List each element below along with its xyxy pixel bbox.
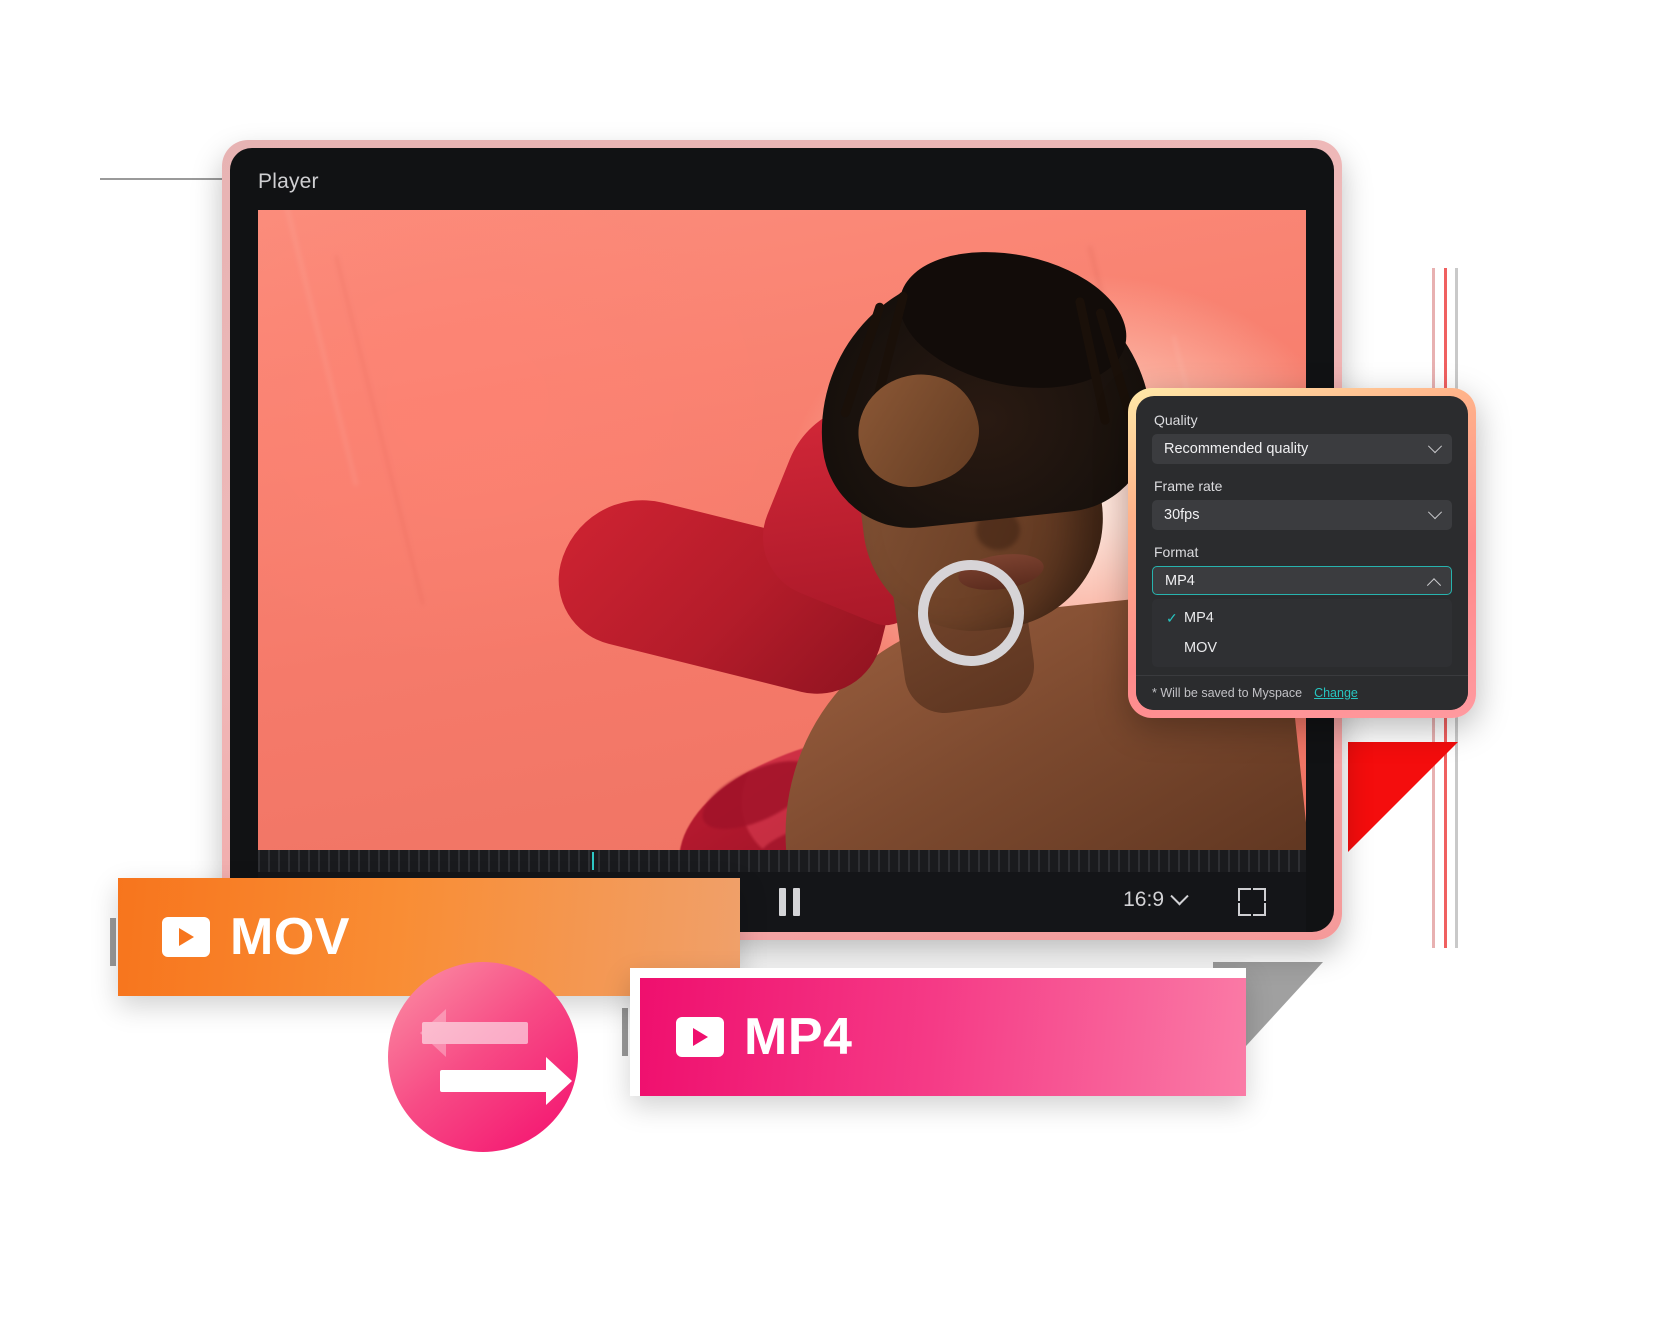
fullscreen-icon-corner [1253,888,1266,901]
quality-value: Recommended quality [1164,441,1309,457]
format-badge-label: MOV [230,908,350,966]
swap-circle-background [388,962,578,1152]
page-title: Player [258,170,319,193]
pause-button[interactable] [778,888,804,916]
fullscreen-icon-corner [1253,903,1266,916]
format-value: MP4 [1165,572,1195,589]
format-select[interactable]: MP4 [1152,566,1452,595]
decor-rule-vertical-3 [622,1008,628,1056]
settings-footer: * Will be saved to Myspace Change [1136,675,1468,710]
chevron-down-icon [1170,886,1189,905]
chevron-down-icon [1427,439,1443,454]
arrow-left-icon [420,1009,528,1057]
save-location-note: * Will be saved to Myspace [1152,686,1303,700]
fullscreen-icon-corner [1238,888,1251,901]
arrow-right-icon [440,1057,572,1105]
aspect-ratio-value: 16:9 [1123,888,1164,911]
format-badge-label: MP4 [744,1008,853,1066]
timeline-scrubber[interactable] [258,850,1306,872]
video-file-icon [162,917,210,957]
decor-rule-vertical-1 [110,918,116,966]
format-option-mp4[interactable]: ✓ MP4 [1152,603,1452,633]
frame-rate-select[interactable]: 30fps [1152,500,1452,530]
swap-formats-button[interactable] [388,962,578,1152]
format-label: Format [1154,544,1199,560]
aspect-ratio-selector[interactable]: 16:9 [1123,886,1189,912]
frame-rate-label: Frame rate [1154,478,1223,494]
format-option-mov[interactable]: MOV [1152,633,1452,663]
check-icon: ✓ [1166,609,1178,626]
format-option-label: MOV [1184,640,1218,656]
quality-label: Quality [1154,412,1198,428]
frame-rate-value: 30fps [1164,507,1200,523]
fullscreen-button[interactable] [1238,888,1266,916]
format-option-label: MP4 [1184,610,1214,626]
change-location-link[interactable]: Change [1314,686,1358,700]
pause-icon-bar [793,888,800,916]
red-triangle-decoration [1348,742,1458,852]
quality-select[interactable]: Recommended quality [1152,434,1452,464]
fullscreen-icon-corner [1238,903,1251,916]
timeline-playhead[interactable] [592,852,594,870]
format-badge-mp4: MP4 [630,968,1246,1096]
chevron-up-icon [1426,577,1442,592]
video-file-icon [676,1017,724,1057]
format-dropdown-menu: ✓ MP4 MOV [1152,599,1452,667]
chevron-down-icon [1427,505,1443,520]
export-settings-panel: Quality Recommended quality Frame rate 3… [1136,396,1468,710]
pause-icon-bar [779,888,786,916]
